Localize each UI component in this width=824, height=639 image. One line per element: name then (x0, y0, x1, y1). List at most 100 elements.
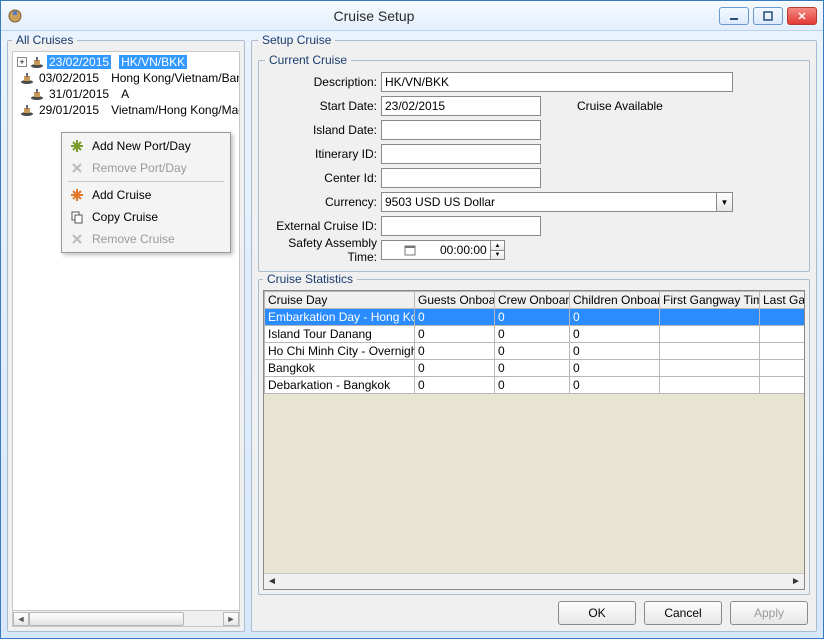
cancel-button[interactable]: Cancel (644, 601, 722, 625)
grid-row[interactable]: Embarkation Day - Hong Kong000 (265, 309, 806, 326)
stats-grid[interactable]: Cruise DayGuests OnboardCrew OnboardChil… (264, 291, 805, 394)
description-field[interactable] (381, 72, 733, 92)
setup-cruise-legend: Setup Cruise (258, 33, 335, 47)
grid-cell: 0 (415, 377, 495, 394)
grid-cell (660, 377, 760, 394)
titlebar: Cruise Setup (1, 1, 823, 31)
center-id-field[interactable] (381, 168, 541, 188)
cruise-tree-item[interactable]: 03/02/2015Hong Kong/Vietnam/Bang (15, 70, 239, 86)
chevron-down-icon[interactable]: ▼ (716, 193, 732, 211)
grid-empty-area (264, 394, 804, 573)
x-gray-icon (68, 159, 86, 177)
scroll-right-icon[interactable]: ► (788, 575, 804, 589)
expand-icon[interactable]: + (17, 57, 27, 67)
cruise-tree-item[interactable]: +23/02/2015HK/VN/BKK (15, 54, 239, 70)
grid-row[interactable]: Island Tour Danang000 (265, 326, 806, 343)
grid-column-header[interactable]: Cruise Day (265, 292, 415, 309)
ctx-separator (68, 181, 224, 182)
cruise-date: 03/02/2015 (37, 71, 101, 85)
itinerary-id-field[interactable] (381, 144, 541, 164)
grid-h-scrollbar[interactable]: ◄ ► (264, 573, 804, 589)
grid-cell: Embarkation Day - Hong Kong (265, 309, 415, 326)
cruise-tree-item[interactable]: 29/01/2015Vietnam/Hong Kong/Maca (15, 102, 239, 118)
grid-row[interactable]: Bangkok000 (265, 360, 806, 377)
grid-column-header[interactable]: Crew Onboard (495, 292, 570, 309)
ctx-copy-cruise-label: Copy Cruise (92, 210, 158, 224)
tree-h-scrollbar[interactable]: ◄ ► (12, 611, 240, 627)
window-title: Cruise Setup (29, 8, 719, 24)
cruise-status-text: Cruise Available (577, 99, 663, 113)
start-date-field[interactable] (381, 96, 541, 116)
grid-cell (660, 343, 760, 360)
grid-column-header[interactable]: Last Gang (760, 292, 806, 309)
grid-cell (760, 343, 806, 360)
maximize-button[interactable] (753, 7, 783, 25)
currency-combo[interactable]: 9503 USD US Dollar ▼ (381, 192, 733, 212)
copy-icon (68, 208, 86, 226)
safety-time-label: Safety Assembly Time: (265, 236, 381, 264)
cruise-statistics-fieldset: Cruise Statistics Cruise DayGuests Onboa… (258, 272, 810, 595)
grid-cell: 0 (570, 309, 660, 326)
minimize-button[interactable] (719, 7, 749, 25)
grid-cell (660, 326, 760, 343)
currency-label: Currency: (265, 195, 381, 209)
spin-up-icon[interactable]: ▲ (490, 241, 504, 250)
button-bar: OK Cancel Apply (258, 595, 810, 625)
island-date-field[interactable] (381, 120, 541, 140)
ctx-add-cruise[interactable]: Add Cruise (64, 184, 228, 206)
grid-cell (760, 377, 806, 394)
grid-cell: 0 (495, 377, 570, 394)
grid-cell: 0 (570, 326, 660, 343)
grid-cell (660, 309, 760, 326)
asterisk-green-icon (68, 137, 86, 155)
grid-cell: 0 (495, 326, 570, 343)
description-label: Description: (265, 75, 381, 89)
tree-spacer (17, 89, 27, 99)
safety-time-spinner[interactable]: 00:00:00 ▲ ▼ (381, 240, 505, 260)
ctx-remove-port: Remove Port/Day (64, 157, 228, 179)
cruise-setup-window: Cruise Setup All Cruises +23/02/2015HK/V… (0, 0, 824, 639)
all-cruises-fieldset: All Cruises +23/02/2015HK/VN/BKK03/02/20… (7, 33, 245, 632)
cruise-description: A (119, 87, 131, 101)
grid-cell: 0 (415, 309, 495, 326)
start-date-label: Start Date: (265, 99, 381, 113)
cruise-tree-item[interactable]: 31/01/2015 A (15, 86, 239, 102)
grid-cell: 0 (570, 360, 660, 377)
scroll-right-icon[interactable]: ► (223, 612, 239, 626)
content-area: All Cruises +23/02/2015HK/VN/BKK03/02/20… (1, 31, 823, 638)
scroll-left-icon[interactable]: ◄ (264, 575, 280, 589)
grid-cell (760, 309, 806, 326)
cruise-tree[interactable]: +23/02/2015HK/VN/BKK03/02/2015Hong Kong/… (12, 51, 240, 611)
grid-column-header[interactable]: Guests Onboard (415, 292, 495, 309)
grid-cell: Ho Chi Minh City - Overnight (265, 343, 415, 360)
close-button[interactable] (787, 7, 817, 25)
grid-column-header[interactable]: Children Onboard (570, 292, 660, 309)
grid-cell (660, 360, 760, 377)
safety-time-value: 00:00:00 (438, 243, 490, 257)
setup-cruise-fieldset: Setup Cruise Current Cruise Description:… (251, 33, 817, 632)
apply-button: Apply (730, 601, 808, 625)
grid-cell: 0 (415, 360, 495, 377)
ship-icon (19, 70, 35, 86)
spin-down-icon[interactable]: ▼ (490, 250, 504, 259)
ctx-add-port[interactable]: Add New Port/Day (64, 135, 228, 157)
ctx-remove-cruise-label: Remove Cruise (92, 232, 175, 246)
ctx-remove-cruise: Remove Cruise (64, 228, 228, 250)
grid-row[interactable]: Ho Chi Minh City - Overnight000 (265, 343, 806, 360)
context-menu: Add New Port/Day Remove Port/Day Add Cru… (61, 132, 231, 253)
scroll-track[interactable] (29, 612, 223, 626)
scroll-left-icon[interactable]: ◄ (13, 612, 29, 626)
center-id-label: Center Id: (265, 171, 381, 185)
scroll-thumb[interactable] (29, 612, 184, 626)
external-id-field[interactable] (381, 216, 541, 236)
x-gray-icon (68, 230, 86, 248)
setup-cruise-panel: Setup Cruise Current Cruise Description:… (251, 33, 817, 632)
ctx-add-cruise-label: Add Cruise (92, 188, 151, 202)
grid-cell: 0 (495, 309, 570, 326)
grid-column-header[interactable]: First Gangway Time (660, 292, 760, 309)
ctx-copy-cruise[interactable]: Copy Cruise (64, 206, 228, 228)
current-cruise-fieldset: Current Cruise Description: Start Date: … (258, 53, 810, 272)
grid-row[interactable]: Debarkation - Bangkok000 (265, 377, 806, 394)
cruise-date: 31/01/2015 (47, 87, 111, 101)
ok-button[interactable]: OK (558, 601, 636, 625)
